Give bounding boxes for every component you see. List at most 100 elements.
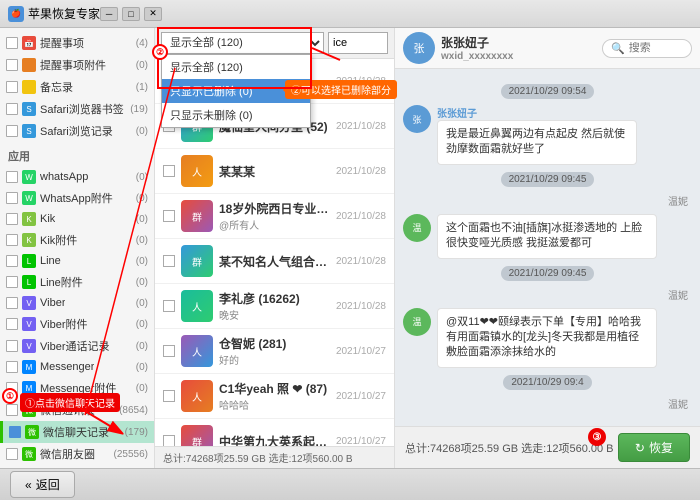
sidebar-cb-line[interactable] <box>6 255 18 267</box>
sidebar-item-messenger-att[interactable]: M Messenger附件 (0) <box>0 377 154 399</box>
restore-button[interactable]: ↻ 恢复 <box>618 433 690 462</box>
chat-item-3[interactable]: 人 某某某 2021/10/28 <box>155 149 394 194</box>
minimize-button[interactable]: ─ <box>100 7 118 21</box>
sidebar-cb-safari-hist[interactable] <box>6 125 18 137</box>
sidebar-count-wechat-chat: (179) <box>125 427 148 438</box>
sidebar-item-wechat-chat[interactable]: 微 微信聊天记录 (179) <box>0 421 154 443</box>
sidebar-label-whatsapp: whatsApp <box>40 171 88 183</box>
sidebar-cb-reminder-att[interactable] <box>6 59 18 71</box>
maximize-button[interactable]: □ <box>122 7 140 21</box>
sidebar-cb-viber-call[interactable] <box>6 340 18 352</box>
chat-cb-7[interactable] <box>163 345 175 357</box>
sidebar-cb-messenger-att[interactable] <box>6 382 18 394</box>
search-input[interactable] <box>328 32 388 54</box>
chat-name-5: 某不知名人气组合 (165) <box>219 253 330 270</box>
notes-icon <box>22 80 36 94</box>
sidebar-cb-calendars[interactable] <box>6 37 18 49</box>
chat-cb-9[interactable] <box>163 435 175 446</box>
viber-call-icon: V <box>22 339 36 353</box>
sidebar-item-safari-hist[interactable]: S Safari浏览记录 (0) <box>0 120 154 142</box>
wechat-msg-icon: 微 <box>22 403 36 417</box>
sidebar-cb-viber[interactable] <box>6 297 18 309</box>
chat-messages: 2021/10/29 09:54 张 张张妞子 我是最近鼻翼两边有点起皮 然后就… <box>395 69 700 426</box>
chat-date-2: 2021/10/28 <box>336 121 386 132</box>
sidebar-item-messenger[interactable]: M Messenger (0) <box>0 357 154 377</box>
safari-hist-icon: S <box>22 124 36 138</box>
sidebar-cb-line-att[interactable] <box>6 276 18 288</box>
chat-cb-4[interactable] <box>163 210 175 222</box>
sidebar-item-kik[interactable]: K Kik (0) <box>0 209 154 229</box>
sidebar-cb-messenger[interactable] <box>6 361 18 373</box>
right-search-input[interactable] <box>629 42 684 54</box>
wechat-chat-icon: 微 <box>25 425 39 439</box>
sidebar-item-whatsapp-att[interactable]: W WhatsApp附件 (0) <box>0 187 154 209</box>
sidebar-cb-whatsapp-att[interactable] <box>6 192 18 204</box>
sidebar-item-viber-call[interactable]: V Viber通话记录 (0) <box>0 335 154 357</box>
chat-cb-5[interactable] <box>163 255 175 267</box>
sidebar-cb-wechat-chat[interactable] <box>9 426 21 438</box>
chat-item-4[interactable]: 群 18岁外院西日专业 (1193) @所有人 2021/10/28 <box>155 194 394 239</box>
chat-info-4: 18岁外院西日专业 (1193) @所有人 <box>219 200 330 232</box>
sidebar-item-line[interactable]: L Line (0) <box>0 251 154 271</box>
sidebar-cb-whatsapp[interactable] <box>6 171 18 183</box>
chat-date-5: 2021/10/28 <box>336 256 386 267</box>
msg-content-2: 这个面霜也不油[插旗]冰挺渗透地的 上脸很快变哑光质感 我挺滋爱都可 <box>437 214 657 259</box>
chat-item-7[interactable]: 人 仓智妮 (281) 好的 2021/10/27 <box>155 329 394 374</box>
restore-icon: ↻ <box>635 441 645 455</box>
sidebar-label-notes: 备忘录 <box>40 79 73 95</box>
chat-name-3: 某某某 <box>219 163 330 180</box>
app-container: 🍎 苹果恢复专家 ─ □ ✕ 📅 提醒事项 (4) 提醒事项附件 (0) <box>0 0 700 500</box>
chat-cb-3[interactable] <box>163 165 175 177</box>
title-bar-controls: ─ □ ✕ <box>100 7 162 21</box>
sidebar-cb-safari-bm[interactable] <box>6 103 18 115</box>
sidebar: 📅 提醒事项 (4) 提醒事项附件 (0) 备忘录 (1) S Safari浏览… <box>0 28 155 468</box>
sidebar-cb-kik-att[interactable] <box>6 234 18 246</box>
sidebar-item-reminder-att[interactable]: 提醒事项附件 (0) <box>0 54 154 76</box>
sidebar-cb-wechat-moment[interactable] <box>6 448 18 460</box>
sidebar-cb-kik[interactable] <box>6 213 18 225</box>
sidebar-count-whatsapp-att: (0) <box>136 193 148 204</box>
sidebar-item-calendars[interactable]: 📅 提醒事项 (4) <box>0 32 154 54</box>
sender-label-wenni-2: 温妮 <box>403 287 692 304</box>
sidebar-item-wechat-moment[interactable]: 微 微信朋友圈 (25556) <box>0 443 154 465</box>
app-logo-icon: 🍎 <box>8 6 24 22</box>
sidebar-cb-viber-att[interactable] <box>6 318 18 330</box>
chat-date-7: 2021/10/27 <box>336 346 386 357</box>
sidebar-item-wechat-msg[interactable]: 微 微信通讯录 (8654) <box>0 399 154 421</box>
sidebar-cb-wechat-msg[interactable] <box>6 404 18 416</box>
chat-item-9[interactable]: 群 中华第九大英系起跑地❤❤ (780) 2021/10/27 <box>155 419 394 446</box>
sidebar-count-whatsapp: (0) <box>136 172 148 183</box>
safari-bm-icon: S <box>22 102 36 116</box>
msg-content-3: @双11❤❤颐绿表示下单【专用】哈哈我有用面霜镇水的[龙头]冬天我都是用植径敷脸… <box>437 308 657 368</box>
middle-panel: 显示全部 (120) 只显示已删除 (0) 只显示未删除 (0) 显示全部 (1… <box>155 28 395 468</box>
chat-item-6[interactable]: 人 李礼彦 (16262) 晚安 2021/10/28 <box>155 284 394 329</box>
content-area: 显示全部 (120) 只显示已删除 (0) 只显示未删除 (0) 显示全部 (1… <box>155 28 700 468</box>
chat-item-5[interactable]: 群 某不知名人气组合 (165) 2021/10/28 <box>155 239 394 284</box>
sidebar-item-kik-att[interactable]: K Kik附件 (0) <box>0 229 154 251</box>
sidebar-item-viber[interactable]: V Viber (0) <box>0 293 154 313</box>
sidebar-item-safari-bm[interactable]: S Safari浏览器书签 (19) <box>0 98 154 120</box>
whatsapp-icon: W <box>22 170 36 184</box>
sidebar-item-whatsapp[interactable]: W whatsApp (0) <box>0 167 154 187</box>
date-header-4: 2021/10/29 09:4 <box>403 374 692 390</box>
sidebar-section-apps: 应用 <box>0 142 154 167</box>
dropdown-item-hide-deleted[interactable]: 只显示未删除 (0) <box>162 103 310 127</box>
chat-item-8[interactable]: 人 C1华yeah 照 ❤ (87) 哈哈哈 2021/10/27 <box>155 374 394 419</box>
chat-cb-6[interactable] <box>163 300 175 312</box>
chat-cb-8[interactable] <box>163 390 175 402</box>
sidebar-count-notes: (1) <box>136 82 148 93</box>
message-row-1: 张 张张妞子 我是最近鼻翼两边有点起皮 然后就使劲摩数面霜就好些了 <box>403 105 692 165</box>
sidebar-count-line-att: (0) <box>136 277 148 288</box>
right-search-box[interactable]: 🔍 <box>602 39 692 58</box>
sidebar-item-line-att[interactable]: L Line附件 (0) <box>0 271 154 293</box>
kik-att-icon: K <box>22 233 36 247</box>
dropdown-item-all[interactable]: 显示全部 (120) <box>162 55 310 79</box>
close-button[interactable]: ✕ <box>144 7 162 21</box>
chat-info-5: 某不知名人气组合 (165) <box>219 253 330 270</box>
sidebar-item-viber-att[interactable]: V Viber附件 (0) <box>0 313 154 335</box>
right-bottom-bar: 总计:74268项25.59 GB 选走:12项560.00 B ↻ 恢复 <box>395 426 700 468</box>
sidebar-cb-notes[interactable] <box>6 81 18 93</box>
filter-select[interactable]: 显示全部 (120) 只显示已删除 (0) 只显示未删除 (0) <box>161 32 324 54</box>
sidebar-item-notes[interactable]: 备忘录 (1) <box>0 76 154 98</box>
back-button[interactable]: « 返回 <box>10 471 75 498</box>
